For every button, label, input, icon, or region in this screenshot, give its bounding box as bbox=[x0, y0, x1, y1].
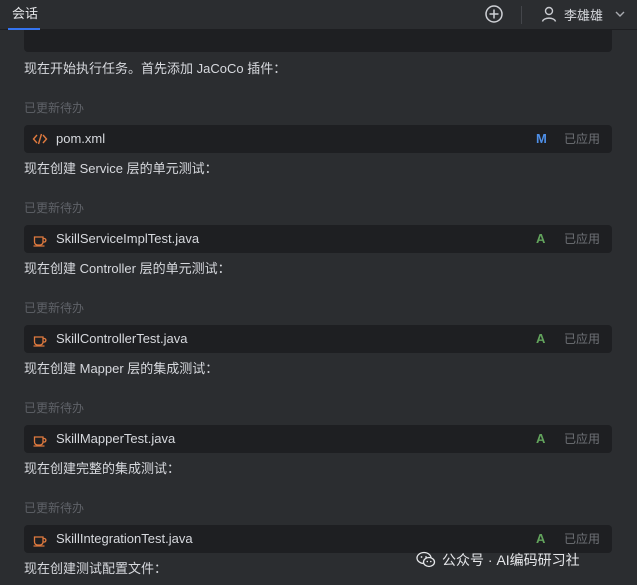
applied-label: 已应用 bbox=[564, 432, 601, 446]
watermark-text: 公众号 · AI编码研习社 bbox=[442, 552, 580, 568]
file-name: SkillIntegrationTest.java bbox=[56, 531, 193, 546]
file-card-service-test[interactable]: SkillServiceImplTest.java A 已应用 bbox=[24, 225, 612, 253]
java-file-icon bbox=[33, 336, 47, 347]
java-file-icon bbox=[33, 236, 47, 247]
file-name: SkillServiceImplTest.java bbox=[56, 231, 200, 246]
todo-status: 已更新待办 bbox=[24, 101, 85, 115]
java-file-icon bbox=[33, 536, 47, 547]
toolbar-divider bbox=[521, 6, 522, 24]
applied-label: 已应用 bbox=[564, 232, 601, 246]
java-file-icon bbox=[33, 436, 47, 447]
message-text: 现在创建完整的集成测试： bbox=[24, 461, 181, 476]
add-conversation-icon[interactable] bbox=[484, 4, 504, 24]
previous-code-block bbox=[24, 30, 612, 52]
todo-status: 已更新待办 bbox=[24, 201, 85, 215]
file-name: pom.xml bbox=[56, 131, 106, 146]
applied-label: 已应用 bbox=[564, 132, 601, 146]
file-name: SkillMapperTest.java bbox=[56, 431, 176, 446]
wechat-icon bbox=[416, 551, 436, 568]
file-status-badge: A bbox=[536, 331, 546, 346]
conversation-panel: 现在开始执行任务。首先添加 JaCoCo 插件： 已更新待办 pom.xml M… bbox=[0, 30, 637, 585]
top-bar: 会话 李雄雄 bbox=[0, 0, 637, 30]
message-text: 现在创建 Service 层的单元测试： bbox=[24, 161, 218, 176]
user-icon bbox=[541, 6, 557, 22]
file-card-mapper-test[interactable]: SkillMapperTest.java A 已应用 bbox=[24, 425, 612, 453]
message-text: 现在创建 Mapper 层的集成测试： bbox=[24, 361, 219, 376]
chevron-down-icon bbox=[615, 11, 625, 17]
file-card-pom[interactable]: pom.xml M 已应用 bbox=[24, 125, 612, 153]
file-status-badge: A bbox=[536, 231, 546, 246]
message-text: 现在开始执行任务。首先添加 JaCoCo 插件： bbox=[24, 61, 287, 76]
todo-status: 已更新待办 bbox=[24, 301, 85, 315]
todo-status: 已更新待办 bbox=[24, 501, 85, 515]
tab-conversation-label: 会话 bbox=[12, 6, 39, 21]
user-name: 李雄雄 bbox=[564, 7, 604, 23]
watermark: 公众号 · AI编码研习社 bbox=[416, 545, 580, 575]
code-file-icon bbox=[32, 133, 48, 145]
file-name: SkillControllerTest.java bbox=[56, 331, 188, 346]
applied-label: 已应用 bbox=[564, 332, 601, 346]
message-text: 现在创建测试配置文件： bbox=[24, 561, 168, 576]
file-status-badge: M bbox=[536, 131, 547, 146]
message-text: 现在创建 Controller 层的单元测试： bbox=[24, 261, 231, 276]
file-card-controller-test[interactable]: SkillControllerTest.java A 已应用 bbox=[24, 325, 612, 353]
todo-status: 已更新待办 bbox=[24, 401, 85, 415]
user-menu[interactable]: 李雄雄 bbox=[540, 3, 625, 25]
file-status-badge: A bbox=[536, 431, 546, 446]
tab-conversation[interactable]: 会话 bbox=[0, 0, 50, 30]
